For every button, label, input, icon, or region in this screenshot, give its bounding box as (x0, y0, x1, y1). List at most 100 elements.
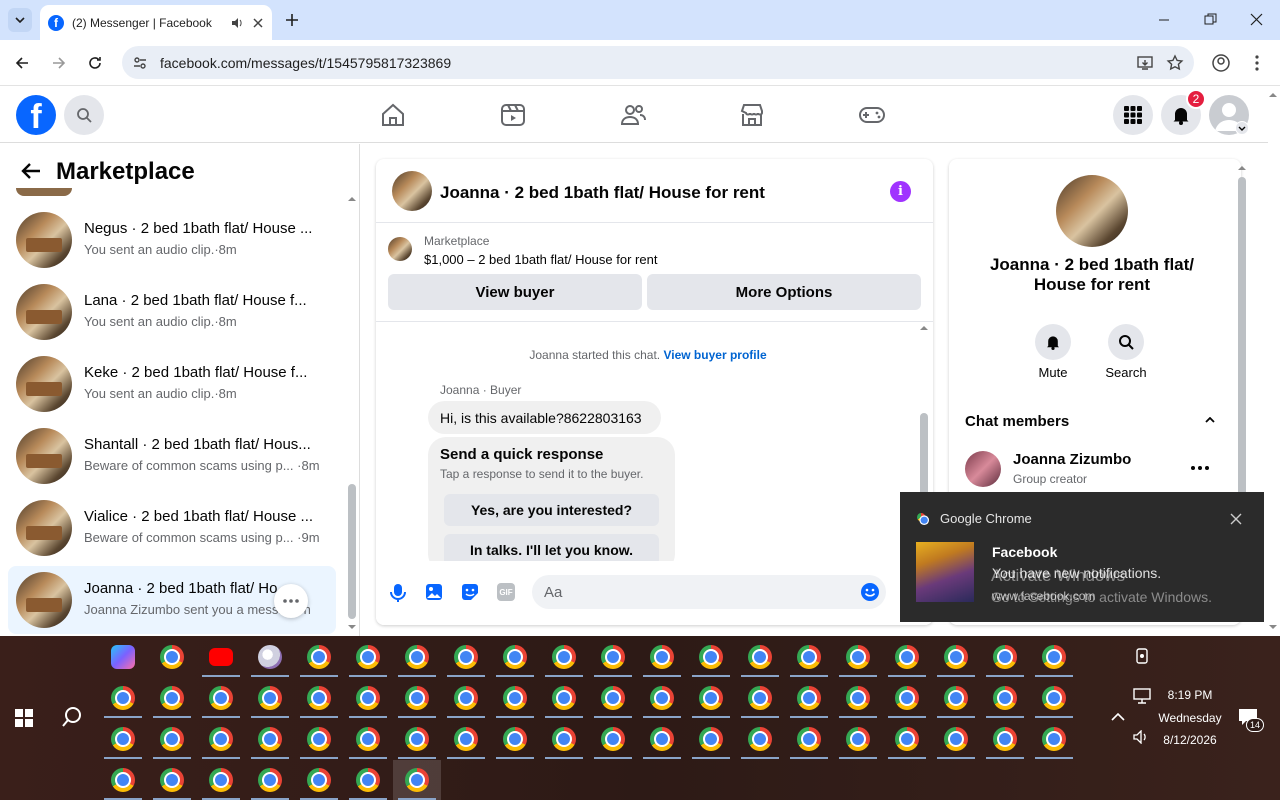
chrome-icon[interactable] (846, 645, 870, 669)
chrome-icon[interactable] (405, 768, 429, 792)
bookmark-star-icon[interactable] (1166, 53, 1184, 72)
network-icon[interactable] (1133, 688, 1151, 704)
scroll-up-icon[interactable] (347, 196, 357, 202)
reload-icon[interactable] (87, 55, 103, 71)
chrome-icon[interactable] (307, 768, 331, 792)
minimize-icon[interactable] (1158, 14, 1170, 26)
message-input[interactable]: Aa (532, 575, 886, 609)
list-item[interactable]: Negus · 2 bed 1bath flat/ House ... You … (8, 206, 336, 274)
scrollbar[interactable] (348, 484, 356, 619)
chrome-icon[interactable] (650, 686, 674, 710)
chrome-icon[interactable] (944, 645, 968, 669)
info-icon[interactable]: i (890, 181, 911, 202)
chrome-icon[interactable] (405, 686, 429, 710)
url-text[interactable]: facebook.com/messages/t/1545795817323869 (160, 55, 1124, 71)
chrome-profile-icon[interactable] (307, 645, 331, 669)
chevron-up-icon[interactable] (1111, 712, 1125, 721)
tab-search-button[interactable] (8, 8, 32, 32)
chrome-icon[interactable] (552, 645, 576, 669)
close-window-icon[interactable] (1250, 13, 1263, 26)
chrome-icon[interactable] (846, 727, 870, 751)
kebab-menu-icon[interactable] (1252, 54, 1262, 72)
chrome-icon[interactable] (356, 645, 380, 669)
chrome-icon[interactable] (111, 686, 135, 710)
install-app-icon[interactable] (1136, 54, 1154, 72)
facebook-logo-icon[interactable]: f (16, 95, 56, 135)
gaming-icon[interactable] (858, 101, 886, 129)
chevron-up-icon[interactable] (1205, 417, 1215, 423)
sticker-icon[interactable] (461, 583, 479, 601)
chrome-icon[interactable] (503, 686, 527, 710)
chrome-icon[interactable] (356, 727, 380, 751)
new-tab-icon[interactable] (284, 12, 300, 28)
page-scrollbar[interactable] (1238, 177, 1246, 497)
list-item[interactable]: Vialice · 2 bed 1bath flat/ House ... Be… (8, 494, 336, 562)
notification-toast[interactable]: Google Chrome Facebook You have new noti… (900, 492, 1264, 622)
scroll-down-icon[interactable] (347, 624, 357, 630)
list-item[interactable]: Keke · 2 bed 1bath flat/ House f... You … (8, 350, 336, 418)
profile-icon[interactable] (1211, 53, 1231, 73)
browser-tab[interactable]: f (2) Messenger | Facebook (40, 5, 272, 40)
chrome-icon[interactable] (699, 645, 723, 669)
emoji-icon[interactable] (860, 582, 880, 602)
photo-icon[interactable] (425, 583, 443, 601)
mute-button[interactable] (1035, 324, 1071, 360)
back-arrow-icon[interactable] (20, 160, 42, 182)
chrome-icon[interactable] (356, 768, 380, 792)
chat-title[interactable]: Joanna · 2 bed 1bath flat/ House for ren… (440, 183, 765, 203)
chrome-icon[interactable] (160, 645, 184, 669)
windows-start-icon[interactable] (15, 709, 33, 727)
list-item[interactable]: Lana · 2 bed 1bath flat/ House f... You … (8, 278, 336, 346)
chrome-icon[interactable] (307, 727, 331, 751)
chrome-icon[interactable] (111, 768, 135, 792)
home-icon[interactable] (379, 101, 407, 129)
video-icon[interactable] (499, 101, 527, 129)
clock-day[interactable]: Wednesday (1150, 711, 1230, 725)
forward-icon[interactable] (51, 55, 67, 71)
chrome-icon[interactable] (601, 645, 625, 669)
chrome-icon[interactable] (699, 727, 723, 751)
avatar[interactable] (1056, 175, 1128, 247)
search-button[interactable] (64, 95, 104, 135)
friends-icon[interactable] (619, 101, 647, 129)
message-bubble[interactable]: Hi, is this available?8622803163 (428, 401, 661, 434)
view-buyer-button[interactable]: View buyer (388, 274, 642, 310)
chrome-icon[interactable] (895, 727, 919, 751)
scroll-down-icon[interactable] (1268, 624, 1278, 630)
conversation-options-button[interactable] (274, 584, 308, 618)
search-chat-button[interactable] (1108, 324, 1144, 360)
chrome-icon[interactable] (258, 686, 282, 710)
chrome-icon[interactable] (258, 727, 282, 751)
chrome-icon[interactable] (307, 686, 331, 710)
chrome-icon[interactable] (503, 727, 527, 751)
speaker-icon[interactable] (230, 16, 244, 30)
more-options-button[interactable]: More Options (647, 274, 921, 310)
member-name[interactable]: Joanna Zizumbo (1013, 451, 1131, 468)
chrome-icon[interactable] (650, 727, 674, 751)
scroll-up-icon[interactable] (1237, 165, 1247, 171)
chrome-icon[interactable] (993, 727, 1017, 751)
chrome-icon[interactable] (944, 686, 968, 710)
youtube-icon[interactable] (209, 648, 233, 666)
chrome-icon[interactable] (160, 727, 184, 751)
scroll-up-icon[interactable] (1268, 92, 1278, 98)
chrome-icon[interactable] (160, 686, 184, 710)
chrome-icon[interactable] (944, 727, 968, 751)
chrome-icon[interactable] (797, 686, 821, 710)
menu-button[interactable] (1113, 95, 1153, 135)
chrome-icon[interactable] (160, 768, 184, 792)
chrome-icon[interactable] (503, 645, 527, 669)
member-avatar[interactable] (965, 451, 1001, 487)
meet-now-icon[interactable] (1135, 648, 1149, 666)
back-icon[interactable] (14, 55, 30, 71)
chrome-icon[interactable] (797, 645, 821, 669)
chrome-icon[interactable] (699, 686, 723, 710)
chrome-icon[interactable] (993, 645, 1017, 669)
view-buyer-profile-link[interactable]: View buyer profile (663, 348, 766, 362)
chrome-icon[interactable] (405, 645, 429, 669)
chrome-icon[interactable] (650, 645, 674, 669)
chrome-icon[interactable] (748, 645, 772, 669)
chrome-icon[interactable] (111, 727, 135, 751)
chat-members-header[interactable]: Chat members (965, 413, 1069, 430)
close-tab-icon[interactable] (252, 17, 264, 29)
